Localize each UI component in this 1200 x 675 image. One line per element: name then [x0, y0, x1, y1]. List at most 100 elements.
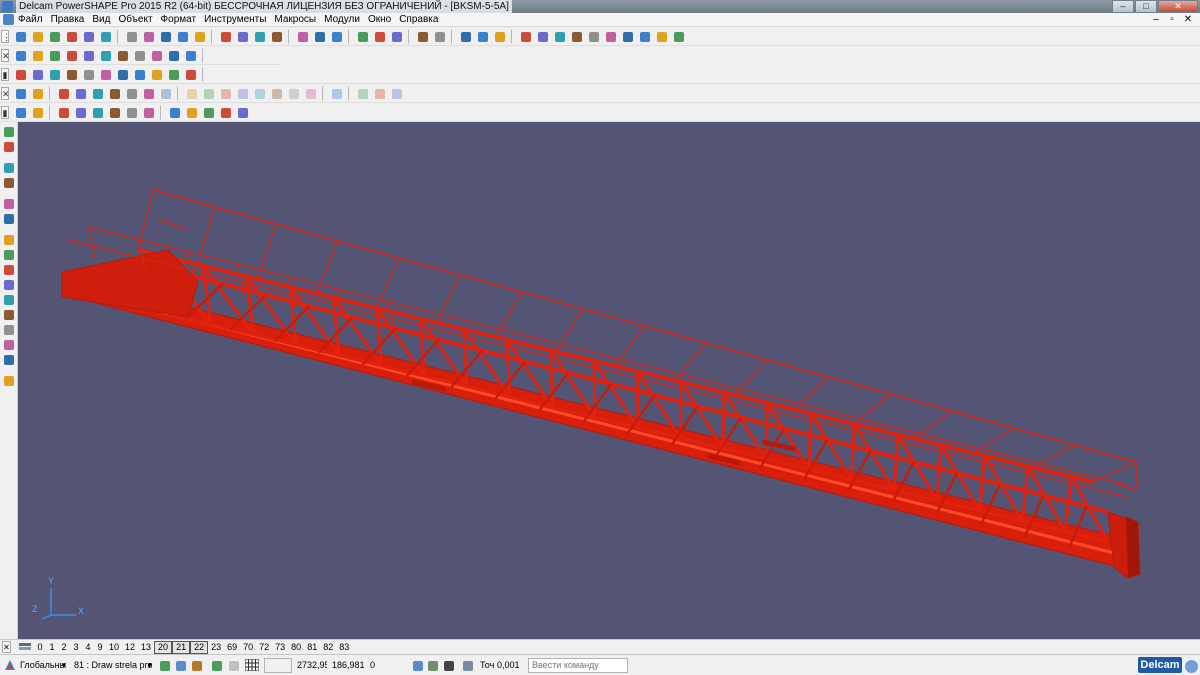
solid-torus-icon[interactable] — [81, 67, 96, 82]
graphics-viewport[interactable]: Y X Z — [18, 122, 1200, 639]
solid-feature-icon[interactable] — [166, 48, 181, 63]
level-button[interactable]: 83 — [336, 640, 352, 654]
surface-tool-icon[interactable] — [1, 247, 16, 262]
menu-item[interactable]: Вид — [92, 13, 110, 27]
menu-item[interactable]: Окно — [368, 13, 391, 27]
level-button[interactable]: 80 — [288, 640, 304, 654]
level-select[interactable]: 81 : Draw strela pro — [74, 658, 154, 673]
level-button[interactable]: 81 — [304, 640, 320, 654]
delete-icon[interactable] — [175, 29, 190, 44]
scale-icon[interactable] — [1, 232, 16, 247]
wireframe-box-icon[interactable] — [149, 67, 164, 82]
fillet-icon[interactable] — [1, 307, 16, 322]
truss-boom-model[interactable] — [61, 189, 1141, 579]
view-2-icon[interactable] — [73, 86, 88, 101]
copy-icon[interactable] — [141, 29, 156, 44]
extrude-icon[interactable] — [30, 86, 45, 101]
box-view-icon[interactable] — [13, 105, 28, 120]
shade-4-icon[interactable] — [107, 105, 122, 120]
document-icon[interactable] — [3, 14, 14, 25]
paste-icon[interactable] — [158, 29, 173, 44]
app-icon[interactable] — [2, 1, 13, 12]
toolbar-grip-icon[interactable]: ▮ — [1, 68, 9, 81]
mdi-close-button[interactable]: ✕ — [1182, 14, 1194, 26]
view-3-icon[interactable] — [90, 86, 105, 101]
mirror-icon[interactable] — [1, 196, 16, 211]
level-button[interactable]: 69 — [224, 640, 240, 654]
circle-icon[interactable] — [569, 29, 584, 44]
level-button[interactable]: 73 — [272, 640, 288, 654]
solid-cylinder-icon[interactable] — [30, 48, 45, 63]
assembly-icon[interactable] — [183, 67, 198, 82]
shaded-solid-icon[interactable] — [637, 29, 652, 44]
toolbar-grip-icon[interactable]: ▮ — [1, 106, 9, 119]
help-icon[interactable] — [1185, 660, 1198, 673]
menu-item[interactable]: Объект — [118, 13, 152, 27]
pan-icon[interactable] — [269, 29, 284, 44]
solid-sphere-icon[interactable] — [64, 48, 79, 63]
render-tool-icon[interactable] — [1, 373, 16, 388]
open-folder-icon[interactable] — [47, 29, 62, 44]
status-tool-2-icon[interactable] — [173, 658, 188, 673]
status-tool-1-icon[interactable] — [157, 658, 172, 673]
solid-spring-icon[interactable] — [98, 67, 113, 82]
level-button[interactable]: 82 — [320, 640, 336, 654]
assembly-icon[interactable] — [183, 48, 198, 63]
cross-icon[interactable] — [329, 86, 344, 101]
level-button[interactable]: 0 — [34, 640, 46, 654]
solid-sphere-icon[interactable] — [64, 67, 79, 82]
zoom-out-icon[interactable] — [312, 29, 327, 44]
menu-item[interactable]: Файл — [18, 13, 43, 27]
section-3-icon[interactable] — [389, 86, 404, 101]
grid-3-icon[interactable] — [201, 105, 216, 120]
level-button[interactable]: 9 — [94, 640, 106, 654]
solid-block-icon[interactable] — [13, 48, 28, 63]
menu-item[interactable]: Формат — [161, 13, 197, 27]
open-file-icon[interactable] — [30, 29, 45, 44]
tolerance-icon[interactable] — [460, 658, 475, 673]
level-button[interactable]: 2 — [58, 640, 70, 654]
shade-1-icon[interactable] — [56, 105, 71, 120]
view-top-icon[interactable] — [235, 29, 250, 44]
iso-4-icon[interactable] — [235, 86, 250, 101]
view-7-icon[interactable] — [158, 86, 173, 101]
toolbar-close-icon[interactable]: ✕ — [1, 87, 10, 100]
iso-5-icon[interactable] — [252, 86, 267, 101]
view-6-icon[interactable] — [141, 86, 156, 101]
level-button[interactable]: 21 — [172, 641, 191, 654]
iso-7-icon[interactable] — [286, 86, 301, 101]
wireframe-icon[interactable] — [389, 29, 404, 44]
close-button[interactable]: ✕ — [1158, 0, 1198, 13]
copy-box-icon[interactable] — [1, 175, 16, 190]
level-button[interactable]: 10 — [106, 640, 122, 654]
line-icon[interactable] — [586, 29, 601, 44]
mdi-minimize-button[interactable]: – — [1150, 14, 1162, 26]
view-4-icon[interactable] — [107, 86, 122, 101]
command-input[interactable] — [528, 658, 628, 673]
dimension-icon[interactable] — [535, 29, 550, 44]
surface-icon[interactable] — [115, 48, 130, 63]
view-iso-icon[interactable] — [218, 29, 233, 44]
grid-5-icon[interactable] — [235, 105, 250, 120]
revolve-icon[interactable] — [1, 277, 16, 292]
select-arrow-icon[interactable] — [1, 124, 16, 139]
delete-all-icon[interactable] — [192, 29, 207, 44]
status-tool-6-icon[interactable] — [410, 658, 425, 673]
menu-item[interactable]: Макросы — [274, 13, 316, 27]
shade-3-icon[interactable] — [90, 105, 105, 120]
status-tool-3-icon[interactable] — [189, 658, 204, 673]
view-5-icon[interactable] — [124, 86, 139, 101]
solid-torus-icon[interactable] — [81, 48, 96, 63]
shade-5-icon[interactable] — [124, 105, 139, 120]
grid-2-icon[interactable] — [184, 105, 199, 120]
print-icon[interactable] — [81, 29, 96, 44]
level-button[interactable]: 3 — [70, 640, 82, 654]
arc-icon[interactable] — [603, 29, 618, 44]
coordinate-system-select[interactable]: Глобальны — [20, 658, 68, 673]
iso-6-icon[interactable] — [269, 86, 284, 101]
solid-feature-icon[interactable] — [166, 67, 181, 82]
iso-2-icon[interactable] — [201, 86, 216, 101]
edit-solid-icon[interactable] — [1, 352, 16, 367]
section-2-icon[interactable] — [372, 86, 387, 101]
redo-icon[interactable] — [475, 29, 490, 44]
